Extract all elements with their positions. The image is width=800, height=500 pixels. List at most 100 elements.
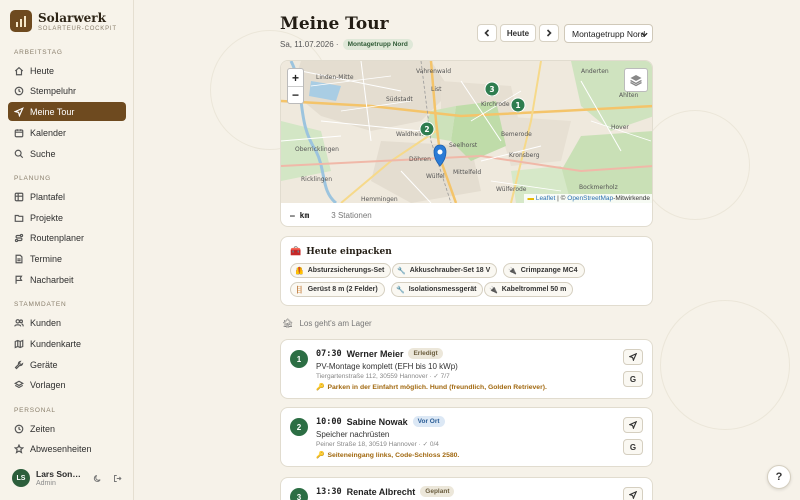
stop-header: 13:30 Renate Albrecht Geplant [316,486,455,497]
pack-list-title: 🧰 Heute einpacken [290,247,392,257]
theme-toggle-button[interactable] [90,471,104,485]
today-button[interactable]: Heute [500,24,536,42]
sidebar-item-vorlagen[interactable]: Vorlagen [8,375,126,394]
sidebar-item-label: Nacharbeit [30,274,74,285]
chevron-down-icon [641,32,648,37]
sidebar-item-routenplaner[interactable]: Routenplaner [8,228,126,247]
navigation-icon [629,421,637,429]
navigation-icon [629,491,637,499]
map-place-label: Kronsberg [509,152,540,159]
stop-number: 3 [290,488,308,500]
section-label-planung: PLANUNG [14,175,52,182]
sidebar-item-meine-tour[interactable]: Meine Tour [8,102,126,121]
user-profile: LS Lars Sonnberg Admin [12,469,124,487]
sidebar-item-kalender[interactable]: Kalender [8,123,126,142]
team-select[interactable]: Montagetrupp Nord [564,24,653,43]
sidebar-item-label: Zeiten [30,423,56,434]
map-zoom-control: + − [287,68,304,104]
pack-item-label: Gerüst 8 m (2 Felder) [307,286,378,293]
user-name: Lars Sonnberg [36,469,84,479]
map-place-label: Linden-Mitte [316,74,354,81]
avatar[interactable]: LS [12,469,30,487]
tour-stop-card[interactable]: 2 10:00 Sabine Nowak Vor Ort Speicher na… [280,407,653,467]
map-place-label: Kirchrode [481,101,510,108]
sidebar-item-nacharbeit[interactable]: Nacharbeit [8,270,126,289]
sidebar-item-projekte[interactable]: Projekte [8,208,126,227]
logout-button[interactable] [110,471,124,485]
sidebar-item-label: Termine [30,253,63,264]
zoom-out-button[interactable]: − [288,86,303,103]
sidebar-item-kunden[interactable]: Kunden [8,313,126,332]
navigation-icon [14,106,24,117]
key-icon: 🔑 [316,452,325,459]
sidebar-item-suche[interactable]: Suche [8,144,126,163]
sidebar-item-label: Geräte [30,359,58,370]
map-footer: – km 3 Stationen [281,203,652,226]
navigation-icon [629,353,637,361]
team-select-value: Montagetrupp Nord [572,28,646,39]
stop-note-text: Parken in der Einfahrt möglich. Hund (fr… [327,383,547,391]
sidebar-item-stempeluhr[interactable]: Stempeluhr [8,81,126,100]
pack-item-label: Crimpzange MC4 [520,267,578,274]
previous-day-button[interactable] [477,24,497,42]
svg-text:1: 1 [515,101,520,110]
tour-stop-card[interactable]: 1 07:30 Werner Meier Erledigt PV-Montage… [280,339,653,399]
sidebar-item-abwesenheiten[interactable]: Abwesenheiten [8,439,126,458]
solar-logo-icon [10,10,32,32]
depot-start-label: Los geht's am Lager [299,319,372,328]
sidebar-item-label: Kundenkarte [30,338,82,349]
navigate-button[interactable] [623,349,643,365]
sidebar-item-kundenkarte[interactable]: Kundenkarte [8,334,126,353]
map-place-label: Anderten [581,68,609,75]
plug-icon: 🔌 [508,267,517,275]
customer-name: Sabine Nowak [346,416,408,427]
map-layers-button[interactable] [624,68,648,92]
map-place-label: List [431,86,442,93]
depot-icon: 🏚 [282,318,294,328]
stop-time: 10:00 [316,416,342,427]
next-day-button[interactable] [539,24,559,42]
help-button[interactable]: ? [767,465,791,489]
clock-icon [14,86,24,95]
pack-item: 🪜 Gerüst 8 m (2 Felder) [290,282,385,297]
sidebar-item-geraete[interactable]: Geräte [8,355,126,374]
sidebar-item-plantafel[interactable]: Plantafel [8,187,126,206]
harness-icon: 🦺 [295,267,304,275]
search-icon [14,149,24,158]
stop-note: 🔑 Parken in der Einfahrt möglich. Hund (… [316,383,547,392]
stop-header: 07:30 Werner Meier Erledigt [316,348,443,359]
sidebar-item-label: Abwesenheiten [30,443,92,454]
tour-map[interactable]: Linden-Mitte Vahrenwald List Südstadt Wa… [281,61,652,203]
page-subtitle: Sa, 11.07.2026 · Montagetrupp Nord [280,39,413,50]
map-place-label: Ricklingen [301,176,332,183]
tour-stop-card[interactable]: 3 13:30 Renate Albrecht Geplant [280,477,653,500]
map-attribution: ▬ Leaflet | © OpenStreetMap-Mitwirkende [523,194,652,203]
ladder-icon: 🪜 [295,286,304,294]
sidebar-item-zeiten[interactable]: Zeiten [8,419,126,438]
navigate-button[interactable] [623,417,643,433]
pack-item: 🔧 Akkuschrauber-Set 18 V [392,263,498,278]
chevron-right-icon [546,29,552,37]
stop-header: 10:00 Sabine Nowak Vor Ort [316,416,445,427]
stop-note-text: Seiteneingang links, Code-Schloss 2580. [327,451,460,459]
leaflet-link[interactable]: Leaflet [536,195,556,202]
pack-item: 🦺 Absturzsicherungs-Set [290,263,392,278]
sidebar-item-heute[interactable]: Heute [8,61,126,80]
users-icon [14,318,24,327]
sidebar-item-label: Kalender [30,127,67,138]
navigate-button[interactable] [623,487,643,500]
map-place-label: Bemerode [501,131,532,138]
osm-link[interactable]: OpenStreetMap [567,195,613,202]
sidebar-item-label: Heute [30,65,55,76]
sidebar-item-termine[interactable]: Termine [8,249,126,268]
google-maps-button[interactable]: G [623,371,643,387]
brand[interactable]: Solarwerk SOLARTEUR-COCKPIT [10,10,117,32]
google-maps-button[interactable]: G [623,439,643,455]
user-role: Admin [36,480,56,487]
wrench-icon [14,360,24,369]
pack-list-title-text: Heute einpacken [306,247,392,257]
status-badge: Vor Ort [412,416,445,427]
customer-name: Renate Albrecht [346,486,416,497]
zoom-in-button[interactable]: + [288,69,303,86]
pack-item: 🔧 Isolationsmessgerät [391,282,484,297]
